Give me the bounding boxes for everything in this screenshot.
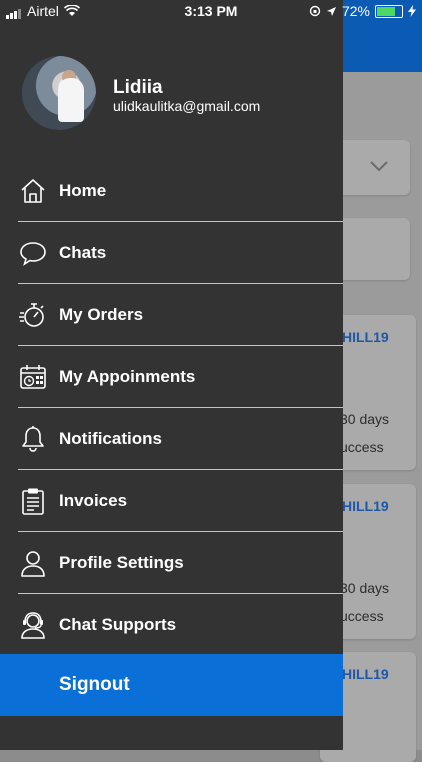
avatar[interactable] — [22, 56, 96, 130]
menu-label: My Appoinments — [59, 366, 196, 386]
signout-label: Signout — [59, 674, 130, 695]
menu-label: My Orders — [59, 304, 144, 324]
menu-label: Home — [59, 180, 107, 200]
bell-icon — [18, 424, 48, 454]
menu-item-chat-supports[interactable]: Chat Supports — [18, 594, 343, 656]
menu-label: Notifications — [59, 428, 162, 448]
menu-label: Profile Settings — [59, 552, 184, 572]
rotation-lock-icon — [309, 5, 321, 17]
charging-icon — [408, 5, 416, 17]
chevron-down-icon — [370, 161, 388, 172]
menu-label: Chats — [59, 242, 107, 262]
user-email: ulidkaulitka@gmail.com — [113, 98, 261, 114]
menu-item-notifications[interactable]: Notifications — [18, 408, 343, 470]
side-drawer: Lidiia ulidkaulitka@gmail.com Home Chats… — [0, 0, 343, 750]
coupon-status: uccess — [340, 608, 384, 624]
battery-icon — [375, 4, 403, 18]
calendar-clock-icon — [18, 362, 48, 392]
coupon-code: HILL19 — [342, 666, 389, 682]
menu-item-my-orders[interactable]: My Orders — [18, 284, 343, 346]
menu-item-my-appointments[interactable]: My Appoinments — [18, 346, 343, 408]
coupon-code: HILL19 — [342, 498, 389, 514]
status-bar: Airtel 3:13 PM 72% — [0, 0, 422, 24]
home-icon — [18, 176, 48, 206]
user-name: Lidiia — [113, 77, 163, 98]
coupon-validity: 30 days — [340, 411, 390, 427]
user-icon — [18, 548, 48, 578]
battery-percent: 72% — [341, 3, 370, 19]
menu-item-invoices[interactable]: Invoices — [18, 470, 343, 532]
support-agent-icon — [18, 610, 48, 640]
chat-bubble-icon — [18, 238, 48, 268]
clipboard-icon — [18, 486, 48, 516]
menu-label: Chat Supports — [59, 615, 177, 634]
signout-button[interactable]: Signout — [0, 654, 343, 716]
coupon-code: HILL19 — [342, 329, 389, 345]
menu-item-chats[interactable]: Chats — [18, 222, 343, 284]
menu-item-home[interactable]: Home — [18, 160, 343, 222]
menu-label: Invoices — [59, 490, 128, 510]
menu-item-profile-settings[interactable]: Profile Settings — [18, 532, 343, 594]
stopwatch-icon — [18, 300, 48, 330]
coupon-validity: 30 days — [340, 580, 390, 596]
location-arrow-icon — [326, 6, 336, 16]
coupon-status: uccess — [340, 439, 384, 455]
drawer-menu: Home Chats My Orders My Appoinments Noti… — [0, 160, 343, 656]
